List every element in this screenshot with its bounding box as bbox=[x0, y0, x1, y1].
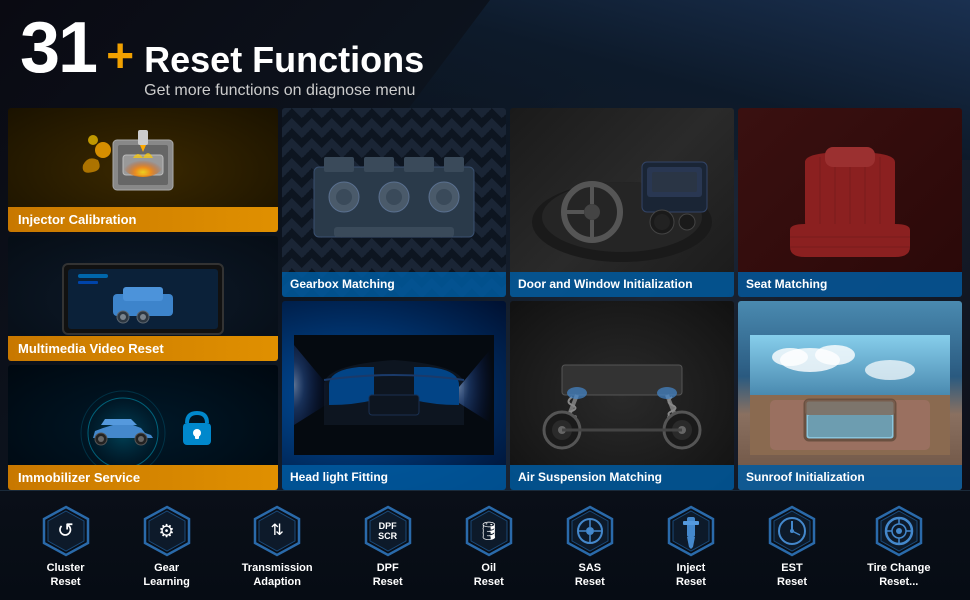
immobilizer-label: Immobilizer Service bbox=[8, 465, 278, 490]
oil-reset-symbol: 🛢 bbox=[477, 522, 500, 540]
transmission-adaption-item[interactable]: ⇅ TransmissionAdaption bbox=[242, 505, 313, 588]
est-reset-label: ESTReset bbox=[777, 562, 807, 588]
sunroof-visual bbox=[738, 301, 962, 490]
seat-visual bbox=[738, 108, 962, 297]
cluster-reset-item[interactable]: ↺ ClusterReset bbox=[40, 505, 92, 588]
header: 31 + Reset Functions Get more functions … bbox=[0, 0, 970, 108]
air-suspension-matching-card[interactable]: Air Suspension Matching bbox=[510, 301, 734, 490]
right-grid: Gearbox Matching bbox=[282, 108, 962, 490]
multimedia-video-reset-card[interactable]: Multimedia Video Reset bbox=[8, 236, 278, 361]
injector-calibration-card[interactable]: Injector Calibration bbox=[8, 108, 278, 233]
dpf-reset-icon: DPFSCR bbox=[362, 505, 414, 557]
sunroof-label: Sunroof Initialization bbox=[738, 465, 962, 490]
bottom-bar: ↺ ClusterReset ⚙ GearLearning ⇅ bbox=[0, 490, 970, 600]
inject-reset-label: InjectReset bbox=[676, 562, 706, 588]
transmission-adaption-label: TransmissionAdaption bbox=[242, 562, 313, 588]
headlight-label: Head light Fitting bbox=[282, 465, 506, 490]
header-title: Reset Functions bbox=[144, 40, 424, 80]
suspension-visual bbox=[510, 301, 734, 490]
sunroof-initialization-card[interactable]: Sunroof Initialization bbox=[738, 301, 962, 490]
gear-learning-item[interactable]: ⚙ GearLearning bbox=[141, 505, 193, 588]
tire-change-reset-label: Tire ChangeReset... bbox=[867, 562, 930, 588]
est-reset-icon bbox=[766, 505, 818, 557]
cluster-reset-symbol: ↺ bbox=[57, 521, 74, 541]
left-column: Injector Calibration bbox=[8, 108, 278, 490]
headlight-fitting-card[interactable]: Head light Fitting bbox=[282, 301, 506, 490]
est-reset-item[interactable]: ESTReset bbox=[766, 505, 818, 588]
plus-sign: + bbox=[106, 33, 134, 81]
sas-reset-icon bbox=[564, 505, 616, 557]
gear-learning-icon: ⚙ bbox=[141, 505, 193, 557]
dpf-reset-symbol: DPFSCR bbox=[378, 521, 397, 543]
dpf-reset-label: DPFReset bbox=[373, 562, 403, 588]
injector-label: Injector Calibration bbox=[8, 207, 278, 232]
header-subtitle: Get more functions on diagnose menu bbox=[144, 82, 424, 100]
multimedia-label: Multimedia Video Reset bbox=[8, 336, 278, 361]
immobilizer-service-card[interactable]: Immobilizer Service bbox=[8, 365, 278, 490]
dpf-reset-item[interactable]: DPFSCR DPFReset bbox=[362, 505, 414, 588]
reset-count: 31 bbox=[20, 12, 96, 84]
door-label: Door and Window Initialization bbox=[510, 272, 734, 297]
main-content: Injector Calibration bbox=[0, 108, 970, 490]
inject-reset-item[interactable]: InjectReset bbox=[665, 505, 717, 588]
sas-reset-label: SASReset bbox=[575, 562, 605, 588]
transmission-adaption-icon: ⇅ bbox=[251, 505, 303, 557]
oil-reset-label: OilReset bbox=[474, 562, 504, 588]
seat-label: Seat Matching bbox=[738, 272, 962, 297]
cluster-reset-icon: ↺ bbox=[40, 505, 92, 557]
door-window-init-card[interactable]: Door and Window Initialization bbox=[510, 108, 734, 297]
headlight-visual bbox=[282, 301, 506, 490]
gear-learning-label: GearLearning bbox=[143, 562, 189, 588]
tire-change-reset-item[interactable]: Tire ChangeReset... bbox=[867, 505, 930, 588]
gear-learning-symbol: ⚙ bbox=[159, 522, 175, 540]
inject-reset-icon bbox=[665, 505, 717, 557]
cluster-reset-label: ClusterReset bbox=[47, 562, 85, 588]
gearbox-matching-card[interactable]: Gearbox Matching bbox=[282, 108, 506, 297]
tire-change-reset-icon bbox=[873, 505, 925, 557]
suspension-label: Air Suspension Matching bbox=[510, 465, 734, 490]
header-text: Reset Functions Get more functions on di… bbox=[144, 40, 424, 100]
oil-reset-item[interactable]: 🛢 OilReset bbox=[463, 505, 515, 588]
transmission-adaption-symbol: ⇅ bbox=[270, 523, 283, 539]
gearbox-label: Gearbox Matching bbox=[282, 272, 506, 297]
door-visual bbox=[510, 108, 734, 297]
sas-reset-item[interactable]: SASReset bbox=[564, 505, 616, 588]
main-container: 31 + Reset Functions Get more functions … bbox=[0, 0, 970, 600]
oil-reset-icon: 🛢 bbox=[463, 505, 515, 557]
seat-matching-card[interactable]: Seat Matching bbox=[738, 108, 962, 297]
gearbox-visual bbox=[282, 108, 506, 297]
